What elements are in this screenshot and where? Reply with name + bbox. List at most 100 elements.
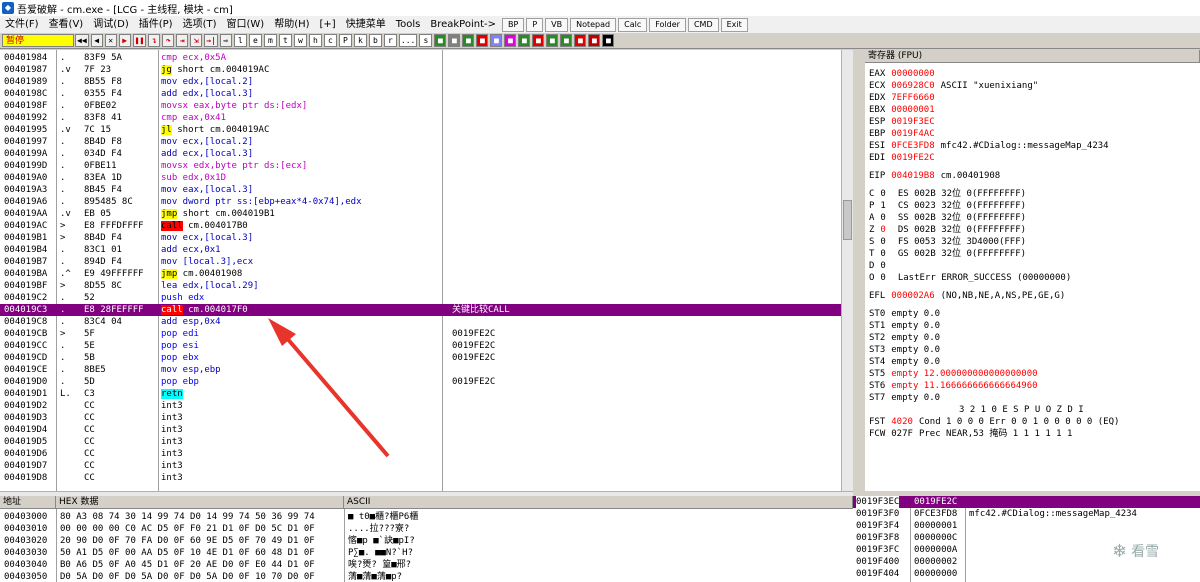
pause-icon[interactable]: ❚❚ (132, 34, 147, 47)
trace-over-icon[interactable]: ⇲ (190, 34, 203, 47)
a-icon[interactable]: ■ (476, 34, 489, 47)
tools-icon[interactable]: ■ (574, 34, 587, 47)
trace-into-icon[interactable]: ⇥ (176, 34, 189, 47)
menu-item-7[interactable]: [+] (315, 16, 341, 33)
disasm-row[interactable]: 004019D0. 5D pop ebp 0019FE2C (0, 376, 841, 388)
target-icon[interactable]: ■ (504, 34, 517, 47)
register-edx[interactable]: EDX 7EFF6660 (869, 92, 941, 104)
cut-icon[interactable]: ■ (588, 34, 601, 47)
fpu-st1[interactable]: ST1 empty 0.0 (869, 320, 940, 332)
flag-p[interactable]: P 1 CS 0023 32位 0(FFFFFFFF) (869, 200, 1026, 212)
list-icon[interactable]: ■ (462, 34, 475, 47)
grid-icon[interactable]: ■ (434, 34, 447, 47)
disasm-row[interactable]: 004019D6 CC int3 (0, 448, 841, 460)
toolbar-letter-2[interactable]: m (263, 34, 277, 47)
flag-s[interactable]: S 0 FS 0053 32位 3D4000(FFF) (869, 236, 1026, 248)
stack-row[interactable]: 0019F404 00000000 (853, 568, 1200, 580)
menu-item-9[interactable]: Tools (391, 16, 426, 33)
register-esp[interactable]: ESP 0019F3EC (869, 116, 941, 128)
disasm-row[interactable]: 0040199D. 0FBE11 movsx edx,byte ptr ds:[ec… (0, 160, 841, 172)
table-icon[interactable]: ■ (546, 34, 559, 47)
fpu-status[interactable]: FST 4020 Cond 1 0 0 0 Err 0 0 1 0 0 0 0 0 … (869, 416, 1119, 428)
fpu-st5[interactable]: ST5 empty 12.000000000000000000 (869, 368, 1038, 380)
disasm-row[interactable]: 0040198F. 0FBE02 movsx eax,byte ptr ds:[ed… (0, 100, 841, 112)
plugin-button-vb[interactable]: VB (545, 17, 569, 32)
disasm-row[interactable]: 00401987 .v 7F 23 jg short cm.004019AC (0, 64, 841, 76)
register-edi[interactable]: EDI 0019FE2C (869, 152, 941, 164)
plugin-button-cmd[interactable]: CMD (687, 17, 719, 32)
menu-item-6[interactable]: 帮助(H) (269, 16, 314, 33)
calc-icon[interactable]: ■ (448, 34, 461, 47)
fpu-st6[interactable]: ST6 empty 11.166666666666664960 (869, 380, 1038, 392)
disasm-row[interactable]: 004019CD. 5B pop ebx 0019FE2C (0, 352, 841, 364)
step-into-icon[interactable]: ↴ (148, 34, 161, 47)
menu-item-3[interactable]: 插件(P) (134, 16, 178, 33)
disasm-row[interactable]: 004019CC. 5E pop esi 0019FE2C (0, 340, 841, 352)
disasm-row[interactable]: 004019C2. 52 push edx (0, 292, 841, 304)
fpu-st2[interactable]: ST2 empty 0.0 (869, 332, 940, 344)
disasm-row[interactable]: 00401997. 8B4D F8 mov ecx,[local.2] (0, 136, 841, 148)
dump-row[interactable]: 00403000 80 A3 08 74 30 14 99 74 D0 14 99… (0, 511, 853, 523)
plugin-button-folder[interactable]: Folder (649, 17, 686, 32)
flag-z[interactable]: Z 0 DS 002B 32位 0(FFFFFFFF) (869, 224, 1026, 236)
fpu-st3[interactable]: ST3 empty 0.0 (869, 344, 940, 356)
disasm-row[interactable]: 00401984. 83F9 5A cmp ecx,0x5A (0, 52, 841, 64)
register-ecx[interactable]: ECX 006928C0 ASCII "xuenixiang" (869, 80, 1038, 92)
fpu-control[interactable]: FCW 027F Prec NEAR,53 掩码 1 1 1 1 1 1 (869, 428, 1072, 440)
goto-icon[interactable]: ⇨ (219, 34, 232, 47)
dump-row[interactable]: 00403030 50 A1 D5 0F 00 AA D5 0F 10 4E D1… (0, 547, 853, 559)
disasm-row[interactable]: 004019CE. 8BE5 mov esp,ebp (0, 364, 841, 376)
disassembly-scrollbar[interactable] (841, 50, 853, 491)
window-icon[interactable]: ■ (560, 34, 573, 47)
flag-a[interactable]: A 0 SS 002B 32位 0(FFFFFFFF) (869, 212, 1026, 224)
menu-item-5[interactable]: 窗口(W) (222, 16, 270, 33)
toolbar-letter-5[interactable]: h (308, 34, 322, 47)
disasm-row[interactable]: 004019CB >5F pop edi 0019FE2C (0, 328, 841, 340)
disasm-row[interactable]: 004019B4. 83C1 01 add ecx,0x1 (0, 244, 841, 256)
disasm-row[interactable]: 004019A6. 895485 8C mov dword ptr ss:[ebp+… (0, 196, 841, 208)
plugin-button-notepad[interactable]: Notepad (570, 17, 617, 32)
disasm-row[interactable]: 00401989. 8B55 F8 mov edx,[local.2] (0, 76, 841, 88)
toolbar-letter-1[interactable]: e (248, 34, 262, 47)
toolbar-letter-12[interactable]: s (419, 34, 433, 47)
plugin-icon[interactable]: ■ (518, 34, 531, 47)
execute-till-return-icon[interactable]: →| (204, 34, 218, 47)
menu-item-10[interactable]: BreakPoint-> (425, 16, 501, 33)
disasm-row[interactable]: 004019B7. 894D F4 mov [local.3],ecx (0, 256, 841, 268)
black-square-icon[interactable]: ■ (602, 34, 615, 47)
close-icon[interactable]: ✕ (104, 34, 117, 47)
fpu-st4[interactable]: ST4 empty 0.0 (869, 356, 940, 368)
menu-item-4[interactable]: 选项(T) (178, 16, 222, 33)
menu-item-1[interactable]: 查看(V) (44, 16, 89, 33)
dump-row[interactable]: 00403010 00 00 00 00 C0 AC D5 0F F0 21 D1… (0, 523, 853, 535)
disasm-row[interactable]: 0040199A. 034D F4 add ecx,[local.3] (0, 148, 841, 160)
disasm-row[interactable]: 004019BA .^ E9 49FFFFFF jmp cm.00401908 (0, 268, 841, 280)
disasm-row[interactable]: 004019A0. 83EA 1D sub edx,0x1D (0, 172, 841, 184)
disasm-row[interactable]: 004019D5 CC int3 (0, 436, 841, 448)
hex-dump-panel[interactable]: 地址 HEX 数据 ASCII 00403000 80 A3 08 74 30 1… (0, 496, 853, 582)
dump-row[interactable]: 00403040 B0 A6 D5 0F A0 45 D1 0F 20 AE D0… (0, 559, 853, 571)
register-eax[interactable]: EAX 00000000 (869, 68, 941, 80)
toolbar-letter-6[interactable]: c (323, 34, 337, 47)
dump-col-ascii[interactable]: ASCII (344, 496, 853, 509)
register-efl[interactable]: EFL 000002A6 (NO,NB,NE,A,NS,PE,GE,G) (869, 290, 1065, 302)
toolbar-letter-11[interactable]: ... (398, 34, 418, 47)
back-icon[interactable]: ◀ (90, 34, 103, 47)
menu-item-8[interactable]: 快捷菜单 (341, 16, 391, 33)
run-icon[interactable]: ▶ (118, 34, 131, 47)
register-ebp[interactable]: EBP 0019F4AC (869, 128, 941, 140)
menu-item-0[interactable]: 文件(F) (0, 16, 44, 33)
flag-c[interactable]: C 0 ES 002B 32位 0(FFFFFFFF) (869, 188, 1026, 200)
plugin-button-bp[interactable]: BP (502, 17, 525, 32)
disasm-row[interactable]: 004019C3. E8 28FEFFFF call cm.004017F0 关键比较… (0, 304, 841, 316)
disasm-row[interactable]: 0040198C. 0355 F4 add edx,[local.3] (0, 88, 841, 100)
disassembly-panel[interactable]: 00401984. 83F9 5A cmp ecx,0x5A 00401987 .v 7F… (0, 50, 853, 491)
fpu-st7[interactable]: ST7 empty 0.0 (869, 392, 940, 404)
register-esi[interactable]: ESI 0FCE3FD8 mfc42.#CDialog::messageMap_42… (869, 140, 1109, 152)
toolbar-letter-8[interactable]: k (353, 34, 367, 47)
disasm-row[interactable]: 004019BF >8D55 8C lea edx,[local.29] (0, 280, 841, 292)
stack-top-row[interactable]: 0019F3EC 0019FE2C (853, 496, 1200, 508)
toolbar-letter-7[interactable]: P (338, 34, 352, 47)
m-icon[interactable]: ■ (490, 34, 503, 47)
dump-row[interactable]: 00403050 D0 5A D0 0F D0 5A D0 0F D0 5A D0… (0, 571, 853, 582)
